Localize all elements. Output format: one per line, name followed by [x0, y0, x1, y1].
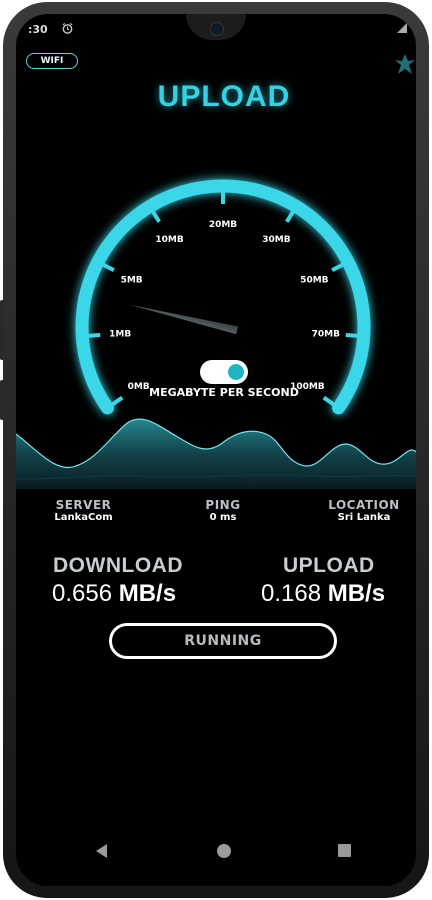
- gauge-tick: [102, 262, 115, 272]
- phone-device: :30 WIFI UPLOAD 0MB 1MB 5MB 10MB 20MB 30…: [0, 0, 432, 900]
- upload-label: UPLOAD: [283, 554, 375, 577]
- gauge-tick: [88, 333, 101, 338]
- gauge-tick-label: 1MB: [109, 330, 131, 340]
- navigation-bar: [16, 838, 416, 864]
- upload-value: 0.168: [261, 580, 322, 607]
- download-label: DOWNLOAD: [53, 554, 183, 577]
- gauge-tick-label: 10MB: [155, 235, 183, 245]
- download-value: 0.656: [52, 580, 113, 607]
- speed-waveform: [16, 418, 416, 489]
- recents-icon[interactable]: [338, 844, 351, 857]
- gauge-tick: [151, 210, 161, 223]
- gauge-tick-label: 20MB: [209, 220, 237, 230]
- back-icon[interactable]: [96, 844, 107, 858]
- ping-info: PING 0 ms: [183, 498, 263, 523]
- gauge-needle: [128, 304, 239, 335]
- server-info: SERVER LankaCom: [36, 498, 131, 523]
- gauge-tick: [345, 333, 358, 338]
- ping-label: PING: [205, 498, 241, 512]
- location-label: LOCATION: [328, 498, 400, 512]
- location-info: LOCATION Sri Lanka: [316, 498, 412, 523]
- home-icon[interactable]: [217, 844, 231, 858]
- toggle-knob: [228, 364, 244, 380]
- location-value: Sri Lanka: [337, 512, 391, 523]
- unit-toggle[interactable]: [200, 360, 248, 384]
- gauge-tick-label: 30MB: [262, 235, 290, 245]
- server-label: SERVER: [55, 498, 112, 512]
- gauge-tick-label: 70MB: [312, 330, 340, 340]
- upload-speed: 0.168 MB/s: [261, 580, 385, 608]
- download-speed: 0.656 MB/s: [52, 580, 176, 608]
- download-unit: MB/s: [118, 580, 177, 607]
- volume-button: [0, 380, 4, 420]
- server-value: LankaCom: [54, 512, 113, 523]
- gauge-tick: [331, 262, 344, 272]
- gauge-tick-label: 5MB: [121, 275, 143, 285]
- ping-value: 0 ms: [209, 512, 237, 523]
- upload-unit: MB/s: [327, 580, 386, 607]
- gauge-tick-label: 50MB: [300, 275, 328, 285]
- running-button[interactable]: RUNNING: [109, 623, 337, 659]
- unit-label: MEGABYTE PER SECOND: [149, 386, 299, 399]
- gauge-tick: [285, 210, 295, 223]
- app-screen: :30 WIFI UPLOAD 0MB 1MB 5MB 10MB 20MB 30…: [16, 14, 416, 886]
- power-button: [0, 300, 4, 360]
